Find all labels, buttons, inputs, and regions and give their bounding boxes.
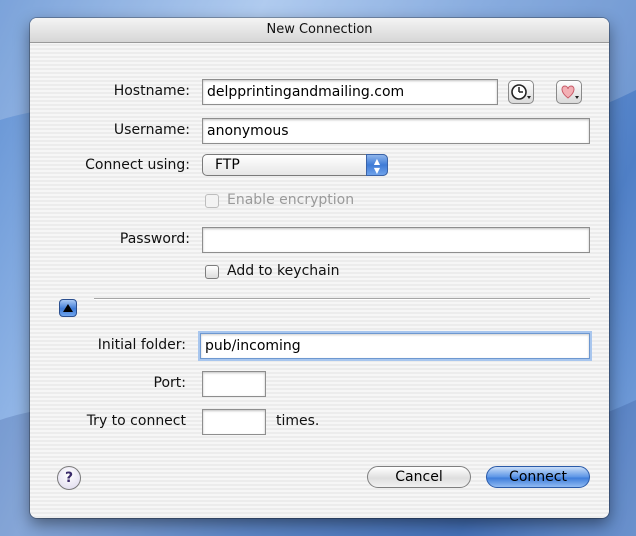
port-field[interactable] bbox=[202, 371, 266, 397]
username-field[interactable] bbox=[202, 118, 590, 144]
triangle-up-icon bbox=[63, 304, 73, 312]
hostname-field[interactable] bbox=[202, 79, 498, 105]
protocol-selected: FTP bbox=[215, 157, 240, 173]
window-title: New Connection bbox=[30, 18, 609, 43]
retries-field[interactable] bbox=[202, 409, 266, 435]
up-down-arrows-icon: ▲ ▼ bbox=[366, 154, 388, 176]
separator bbox=[94, 298, 590, 300]
initial-folder-field[interactable] bbox=[200, 333, 590, 359]
history-button[interactable] bbox=[508, 80, 534, 104]
password-field[interactable] bbox=[202, 227, 590, 253]
cancel-button[interactable]: Cancel bbox=[367, 466, 471, 488]
encryption-checkbox[interactable] bbox=[205, 194, 219, 208]
initial-folder-label: Initial folder: bbox=[97, 337, 186, 353]
hostname-label: Hostname: bbox=[113, 83, 190, 99]
disclosure-button[interactable] bbox=[59, 299, 77, 317]
help-button[interactable]: ? bbox=[57, 466, 81, 490]
port-label: Port: bbox=[153, 375, 186, 391]
keychain-checkbox[interactable] bbox=[205, 265, 219, 279]
protocol-popup[interactable]: FTP ▲ ▼ bbox=[202, 154, 388, 176]
new-connection-dialog: New Connection Hostname: Username: Conne… bbox=[30, 18, 609, 518]
password-label: Password: bbox=[119, 231, 190, 247]
username-label: Username: bbox=[113, 122, 190, 138]
keychain-label: Add to keychain bbox=[227, 263, 340, 279]
favorites-button[interactable] bbox=[556, 80, 582, 104]
clock-icon bbox=[511, 84, 531, 100]
connect-button[interactable]: Connect bbox=[486, 466, 590, 488]
retries-label: Try to connect bbox=[86, 413, 186, 429]
connect-using-label: Connect using: bbox=[85, 157, 190, 173]
retries-suffix: times. bbox=[276, 413, 320, 429]
heart-icon bbox=[561, 85, 579, 99]
encryption-label: Enable encryption bbox=[227, 192, 355, 208]
